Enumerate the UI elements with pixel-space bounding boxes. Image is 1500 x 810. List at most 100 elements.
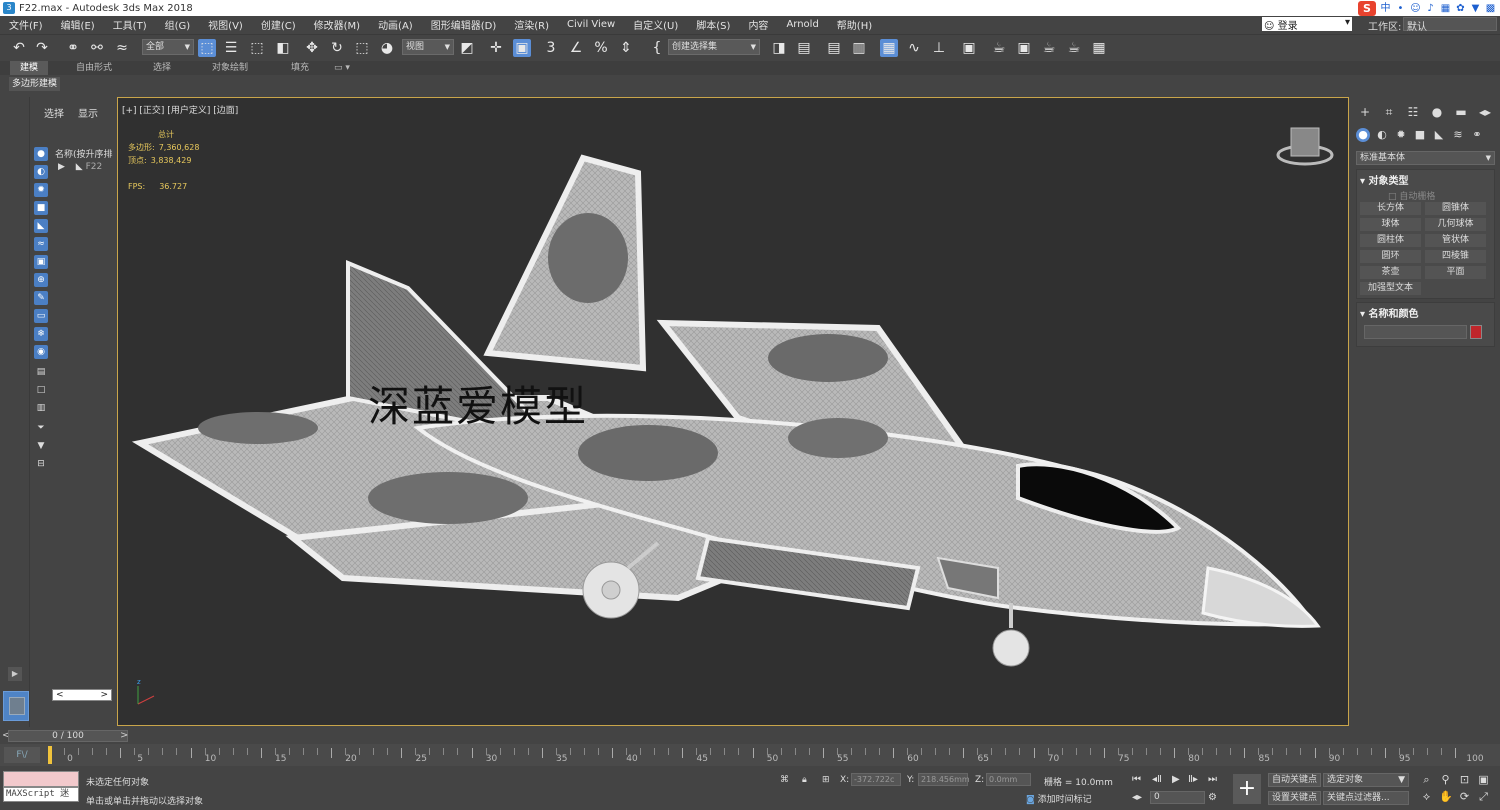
- time-next-icon[interactable]: >: [120, 730, 128, 741]
- menu-views[interactable]: 视图(V): [199, 17, 252, 32]
- mirror-icon[interactable]: ◨: [770, 39, 788, 57]
- display-xrefs-icon[interactable]: ⊕: [34, 273, 48, 287]
- selection-filter-dropdown[interactable]: 全部 ▼: [142, 39, 194, 55]
- cone-button[interactable]: 圆锥体: [1425, 202, 1486, 215]
- set-key-button[interactable]: 设置关键点: [1268, 791, 1322, 805]
- menu-graph-editors[interactable]: 图形编辑器(D): [422, 17, 506, 32]
- pivot-center-icon[interactable]: ◩: [458, 39, 476, 57]
- ribbon-tab-selection[interactable]: 选择: [153, 61, 171, 75]
- menu-scripting[interactable]: 脚本(S): [687, 17, 739, 32]
- key-mode-icon[interactable]: ◂▸: [1132, 792, 1142, 803]
- ribbon-tab-freeform[interactable]: 自由形式: [76, 61, 112, 75]
- render-setup-icon[interactable]: ☕: [990, 39, 1008, 57]
- textplus-button[interactable]: 加强型文本: [1360, 282, 1421, 295]
- edit-named-sets-icon[interactable]: {: [648, 39, 666, 57]
- ime-emoji-icon[interactable]: ☺: [1410, 3, 1421, 14]
- snap-toggle-icon[interactable]: 3: [542, 39, 560, 57]
- tube-button[interactable]: 管状体: [1425, 234, 1486, 247]
- explorer-column-header[interactable]: 名称(按升序排: [55, 147, 113, 160]
- perspective-viewport[interactable]: z [+] [正交] [用户定义] [边面] 总计 多边形: 7,360,628 …: [117, 97, 1349, 726]
- schematic-view-icon[interactable]: ⊥: [930, 39, 948, 57]
- track-bar[interactable]: F\/ 0 5 10 15 20 25 30 35 40 45 50 55 60 65 70 75 80 85 90…: [0, 744, 1500, 766]
- prev-frame-icon[interactable]: ◂Ⅱ: [1152, 774, 1162, 785]
- layer-list-icon[interactable]: ▥: [850, 39, 868, 57]
- scale-icon[interactable]: ⬚: [353, 39, 371, 57]
- scroll-right-icon[interactable]: >: [100, 690, 108, 700]
- helpers-icon[interactable]: ◣: [1432, 128, 1446, 142]
- torus-button[interactable]: 圆环: [1360, 250, 1421, 263]
- ribbon-tab-populate[interactable]: 填充: [291, 61, 309, 75]
- lock-icon[interactable]: 🔒︎: [802, 775, 807, 785]
- display-lights-icon[interactable]: ✹: [34, 183, 48, 197]
- ref-coord-dropdown[interactable]: 视图 ▼: [402, 39, 454, 55]
- display-none-icon[interactable]: □: [34, 383, 48, 397]
- hierarchy-icon[interactable]: ⊟: [34, 457, 48, 471]
- goto-start-icon[interactable]: ⏮: [1132, 774, 1141, 785]
- explorer-tab-display[interactable]: 显示: [78, 105, 98, 120]
- zoom-extents-icon[interactable]: ⊡: [1458, 773, 1471, 786]
- display-cameras-icon[interactable]: ■: [34, 201, 48, 215]
- display-geometry-icon[interactable]: ●: [34, 147, 48, 161]
- named-selection-dropdown[interactable]: 创建选择集 ▼: [668, 39, 760, 55]
- place-icon[interactable]: ◕: [378, 39, 396, 57]
- time-slider[interactable]: 0 / 100: [8, 730, 128, 742]
- menu-arnold[interactable]: Arnold: [777, 19, 827, 30]
- select-object-icon[interactable]: ⬚: [198, 39, 216, 57]
- plane-button[interactable]: 平面: [1425, 266, 1486, 279]
- category-dropdown[interactable]: 标准基本体 ▼: [1356, 151, 1495, 165]
- maxscript-input[interactable]: [3, 771, 79, 787]
- play-icon[interactable]: ▶: [1172, 774, 1180, 785]
- menu-edit[interactable]: 编辑(E): [52, 17, 104, 32]
- link-icon[interactable]: ⚭: [64, 39, 82, 57]
- x-coord-field[interactable]: -372.722c: [851, 773, 901, 786]
- window-crossing-icon[interactable]: ◧: [274, 39, 292, 57]
- explorer-row-f22[interactable]: ▶ ◣ F22: [58, 162, 102, 172]
- teapot-button[interactable]: 茶壶: [1360, 266, 1421, 279]
- menu-create[interactable]: 创建(C): [252, 17, 305, 32]
- display-shapes-icon[interactable]: ◐: [34, 165, 48, 179]
- filter-icon[interactable]: ▼: [34, 439, 48, 453]
- display-tab-icon[interactable]: ▬: [1452, 105, 1470, 121]
- filter-funnel-icon[interactable]: ⏷: [34, 421, 48, 435]
- ribbon-toggle-icon[interactable]: ▦: [880, 39, 898, 57]
- menu-animation[interactable]: 动画(A): [369, 17, 422, 32]
- move-icon[interactable]: ✥: [303, 39, 321, 57]
- menu-group[interactable]: 组(G): [156, 17, 200, 32]
- spacewarps-icon[interactable]: ≋: [1451, 128, 1465, 142]
- select-by-name-icon[interactable]: ☰: [222, 39, 240, 57]
- unlink-icon[interactable]: ⚯: [88, 39, 106, 57]
- expand-triangle-icon[interactable]: ▶: [58, 162, 65, 172]
- ime-shirt-icon[interactable]: ▼: [1470, 3, 1481, 14]
- cylinder-button[interactable]: 圆柱体: [1360, 234, 1421, 247]
- ime-voice-icon[interactable]: ♪: [1425, 3, 1436, 14]
- menu-civil-view[interactable]: Civil View: [558, 19, 624, 30]
- zoom-icon[interactable]: ⌕: [1420, 773, 1433, 786]
- selected-object-dropdown[interactable]: 选定对象 ▼: [1323, 773, 1409, 787]
- display-frozen-icon[interactable]: ❄: [34, 327, 48, 341]
- box-button[interactable]: 长方体: [1360, 202, 1421, 215]
- create-tab-icon[interactable]: +: [1356, 105, 1374, 121]
- fov-icon[interactable]: ⟡: [1420, 790, 1433, 803]
- select-manipulate-icon[interactable]: ✛: [487, 39, 505, 57]
- time-config-icon[interactable]: ⚙: [1208, 792, 1217, 803]
- display-groups-icon[interactable]: ▣: [34, 255, 48, 269]
- hierarchy-tab-icon[interactable]: ☷: [1404, 105, 1422, 121]
- geometry-icon[interactable]: ●: [1356, 128, 1370, 142]
- angle-snap-icon[interactable]: ∠: [567, 39, 585, 57]
- pyramid-button[interactable]: 四棱锥: [1425, 250, 1486, 263]
- lights-icon[interactable]: ✹: [1394, 128, 1408, 142]
- ribbon-tab-object-paint[interactable]: 对象绘制: [212, 61, 248, 75]
- menu-file[interactable]: 文件(F): [0, 17, 52, 32]
- key-filters-button[interactable]: 关键点过滤器...: [1323, 791, 1409, 805]
- scroll-left-icon[interactable]: <: [56, 690, 64, 700]
- object-color-swatch[interactable]: [1470, 325, 1482, 339]
- align-icon[interactable]: ▤: [795, 39, 813, 57]
- z-coord-field[interactable]: 0.0mm: [986, 773, 1031, 786]
- current-frame-field[interactable]: 0: [1150, 791, 1205, 804]
- mini-curve-editor-button[interactable]: F\/: [4, 747, 40, 763]
- redo-icon[interactable]: ↷: [33, 39, 51, 57]
- goto-end-icon[interactable]: ⏭: [1208, 774, 1217, 785]
- orbit-icon[interactable]: ⟳: [1458, 790, 1471, 803]
- percent-snap-icon[interactable]: %: [592, 39, 610, 57]
- undo-icon[interactable]: ↶: [10, 39, 28, 57]
